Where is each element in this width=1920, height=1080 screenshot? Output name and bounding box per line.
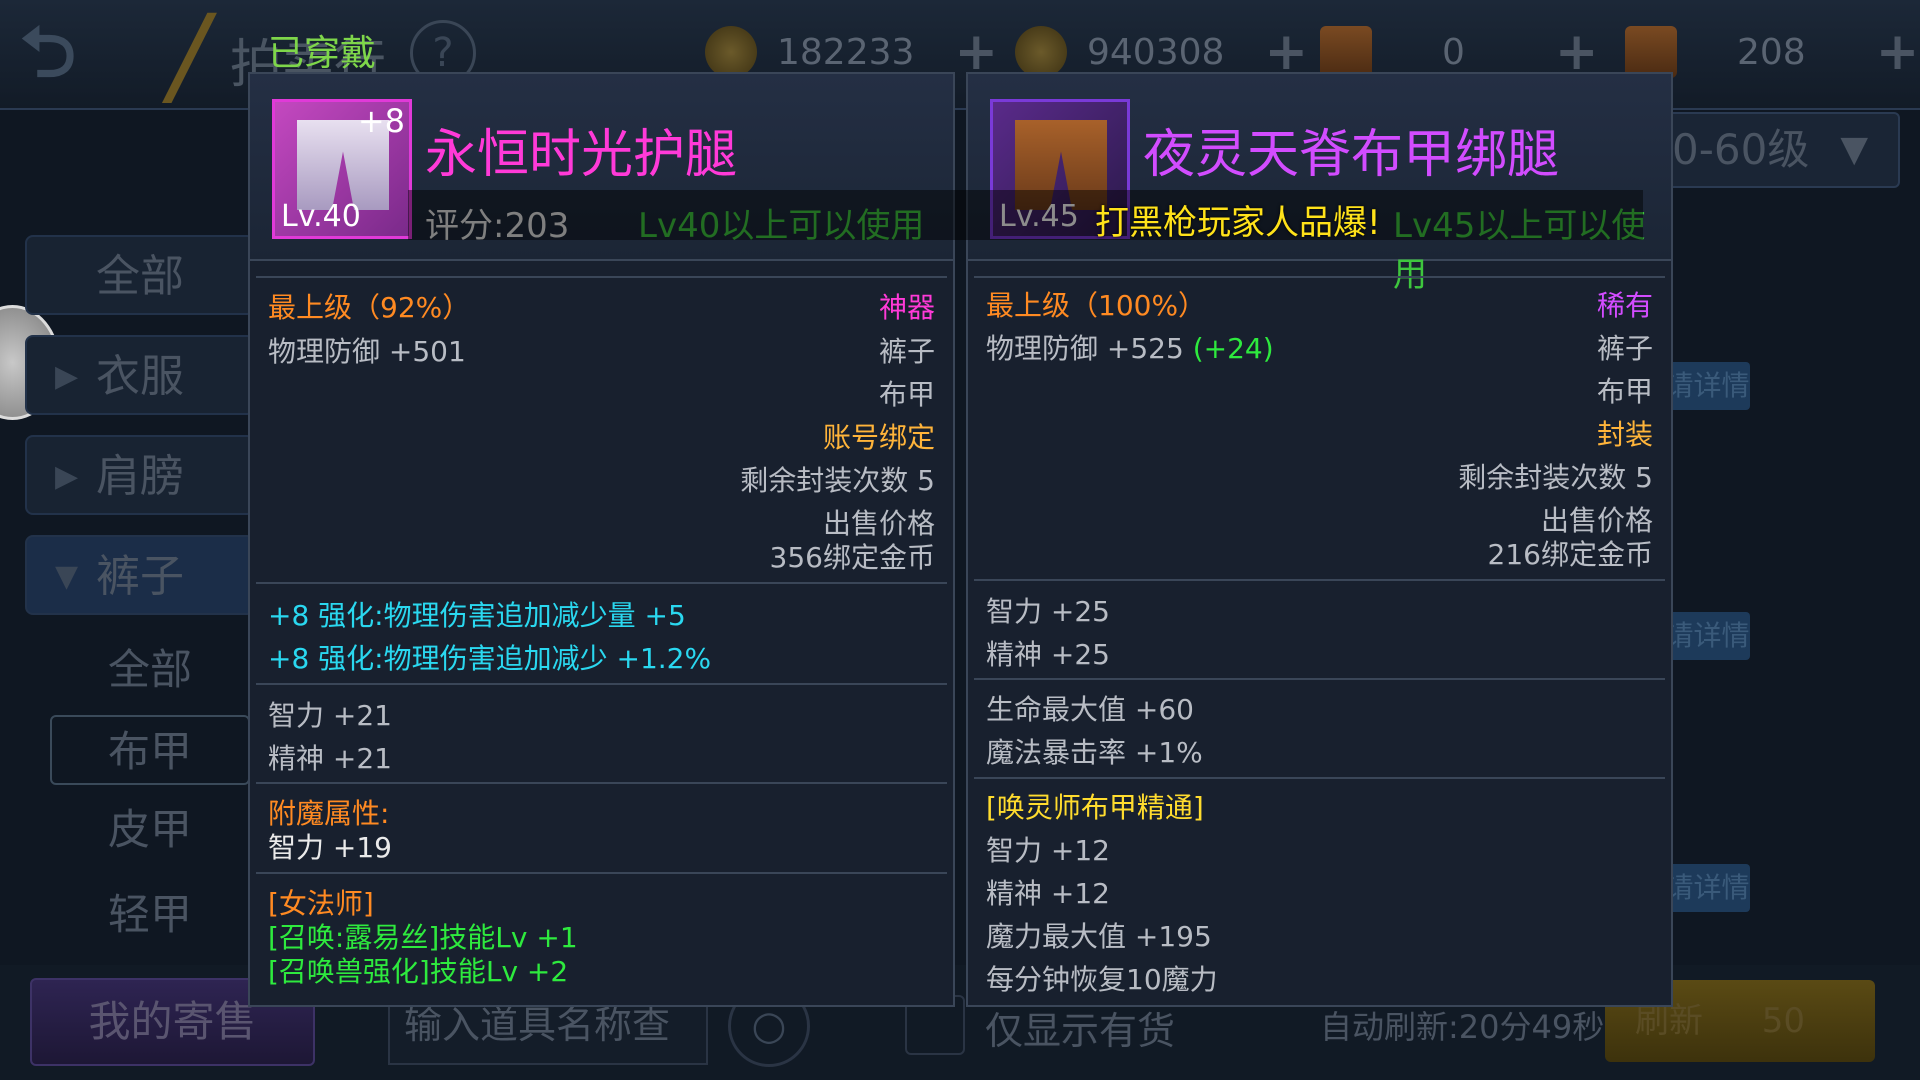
binding-status: 封装	[1596, 418, 1653, 451]
sidebar-item-shoulders[interactable]: ▶ 肩膀	[25, 435, 255, 515]
level-filter-select[interactable]: 0-60级 ▼	[1640, 112, 1900, 188]
expand-icon: ▶	[55, 459, 79, 494]
base-stat: 精神 +21	[268, 742, 392, 775]
currency-value: 940308	[1087, 31, 1225, 73]
divider	[974, 579, 1665, 581]
sell-price: 216绑定金币	[1487, 538, 1653, 571]
extra-stat: 生命最大值 +60	[986, 693, 1194, 726]
sidebar-sub-cloth[interactable]: 布甲	[50, 715, 250, 785]
sidebar-item-pants[interactable]: ▼ 裤子	[25, 535, 255, 615]
auto-refresh-timer: 自动刷新:20分49秒	[1320, 1008, 1605, 1046]
item-name: 永恒时光护腿	[425, 125, 738, 185]
enchant-value: 智力 +19	[268, 831, 392, 864]
header-decoration: /	[170, 0, 208, 119]
divider	[974, 276, 1665, 278]
base-stat: 精神 +25	[986, 638, 1110, 671]
armor-type: 布甲	[878, 378, 935, 411]
item-rarity: 稀有	[1596, 289, 1653, 322]
collapse-icon: ▼	[55, 559, 79, 594]
sidebar-sub-leather[interactable]: 皮甲	[50, 795, 250, 865]
gold-coin-icon	[705, 26, 757, 78]
base-stat: 智力 +25	[986, 595, 1110, 628]
enhance-level: +8	[357, 102, 405, 140]
scroll-icon	[1625, 26, 1677, 78]
item-grade: 最上级（100%）	[986, 289, 1207, 322]
base-stat: 智力 +21	[268, 699, 392, 732]
divider	[256, 872, 947, 874]
scroll-icon	[1320, 26, 1372, 78]
item-slot: 裤子	[1596, 332, 1653, 365]
stock-only-label: 仅显示有货	[985, 1009, 1176, 1053]
chevron-down-icon: ▼	[1840, 129, 1868, 170]
class-skill: [召唤兽强化]技能Lv +2	[268, 955, 569, 988]
sidebar-sub-all[interactable]: 全部	[50, 635, 250, 705]
danmaku-comment: 打黑枪玩家人品爆!	[1095, 203, 1381, 243]
sidebar-item-clothes[interactable]: ▶ 衣服	[25, 335, 255, 415]
sidebar-item-all[interactable]: 全部	[25, 235, 255, 315]
detail-button[interactable]: 请详情	[1665, 362, 1750, 410]
divider	[974, 777, 1665, 779]
mastery-stat: 智力 +12	[986, 834, 1110, 867]
detail-button[interactable]: 请详情	[1665, 864, 1750, 912]
item-name: 夜灵天脊布甲绑腿	[1143, 125, 1560, 185]
item-rarity: 神器	[878, 291, 935, 324]
item-grade: 最上级（92%）	[268, 291, 471, 324]
sell-price: 356绑定金币	[769, 541, 935, 574]
stat-main: 物理防御 +501	[268, 335, 466, 368]
currency-value: 182233	[777, 31, 915, 73]
item-level: Lv.40	[281, 199, 361, 234]
currency-value: 0	[1442, 31, 1465, 73]
mastery-stat: 每分钟恢复10魔力	[986, 963, 1218, 996]
mastery-stat: 精神 +12	[986, 877, 1110, 910]
divider	[256, 582, 947, 584]
seal-count: 剩余封装次数 5	[740, 464, 935, 497]
equipped-label: 已穿戴	[268, 33, 377, 74]
bound-coin-icon	[1015, 26, 1067, 78]
sidebar-sub-light[interactable]: 轻甲	[50, 880, 250, 950]
danmaku-overlay	[408, 190, 1643, 240]
mastery-stat: 魔力最大值 +195	[986, 920, 1212, 953]
seal-count: 剩余封装次数 5	[1458, 461, 1653, 494]
divider	[256, 683, 947, 685]
enhance-stat: +8 强化:物理伤害追加减少 +1.2%	[268, 642, 712, 675]
add-scroll-button[interactable]: +	[1876, 22, 1920, 82]
divider	[256, 276, 947, 278]
refresh-cost: 50	[1761, 1001, 1805, 1041]
armor-type: 布甲	[1596, 375, 1653, 408]
currency-value: 208	[1737, 31, 1806, 73]
binding-status: 账号绑定	[822, 421, 935, 454]
back-button[interactable]: ⮌	[20, 10, 150, 95]
pants-icon: +8 Lv.40	[272, 99, 412, 239]
divider	[974, 678, 1665, 680]
mastery-label: [唤灵师布甲精通]	[986, 791, 1204, 824]
stat-main: 物理防御 +525 (+24)	[986, 332, 1274, 365]
expand-icon: ▶	[55, 359, 79, 394]
detail-button[interactable]: 请详情	[1665, 612, 1750, 660]
level-filter-value: 0-60级	[1672, 125, 1810, 174]
divider	[256, 782, 947, 784]
extra-stat: 魔法暴击率 +1%	[986, 736, 1203, 769]
stat-diff: (+24)	[1192, 332, 1274, 365]
enhance-stat: +8 强化:物理伤害追加减少量 +5	[268, 599, 686, 632]
item-slot: 裤子	[878, 335, 935, 368]
